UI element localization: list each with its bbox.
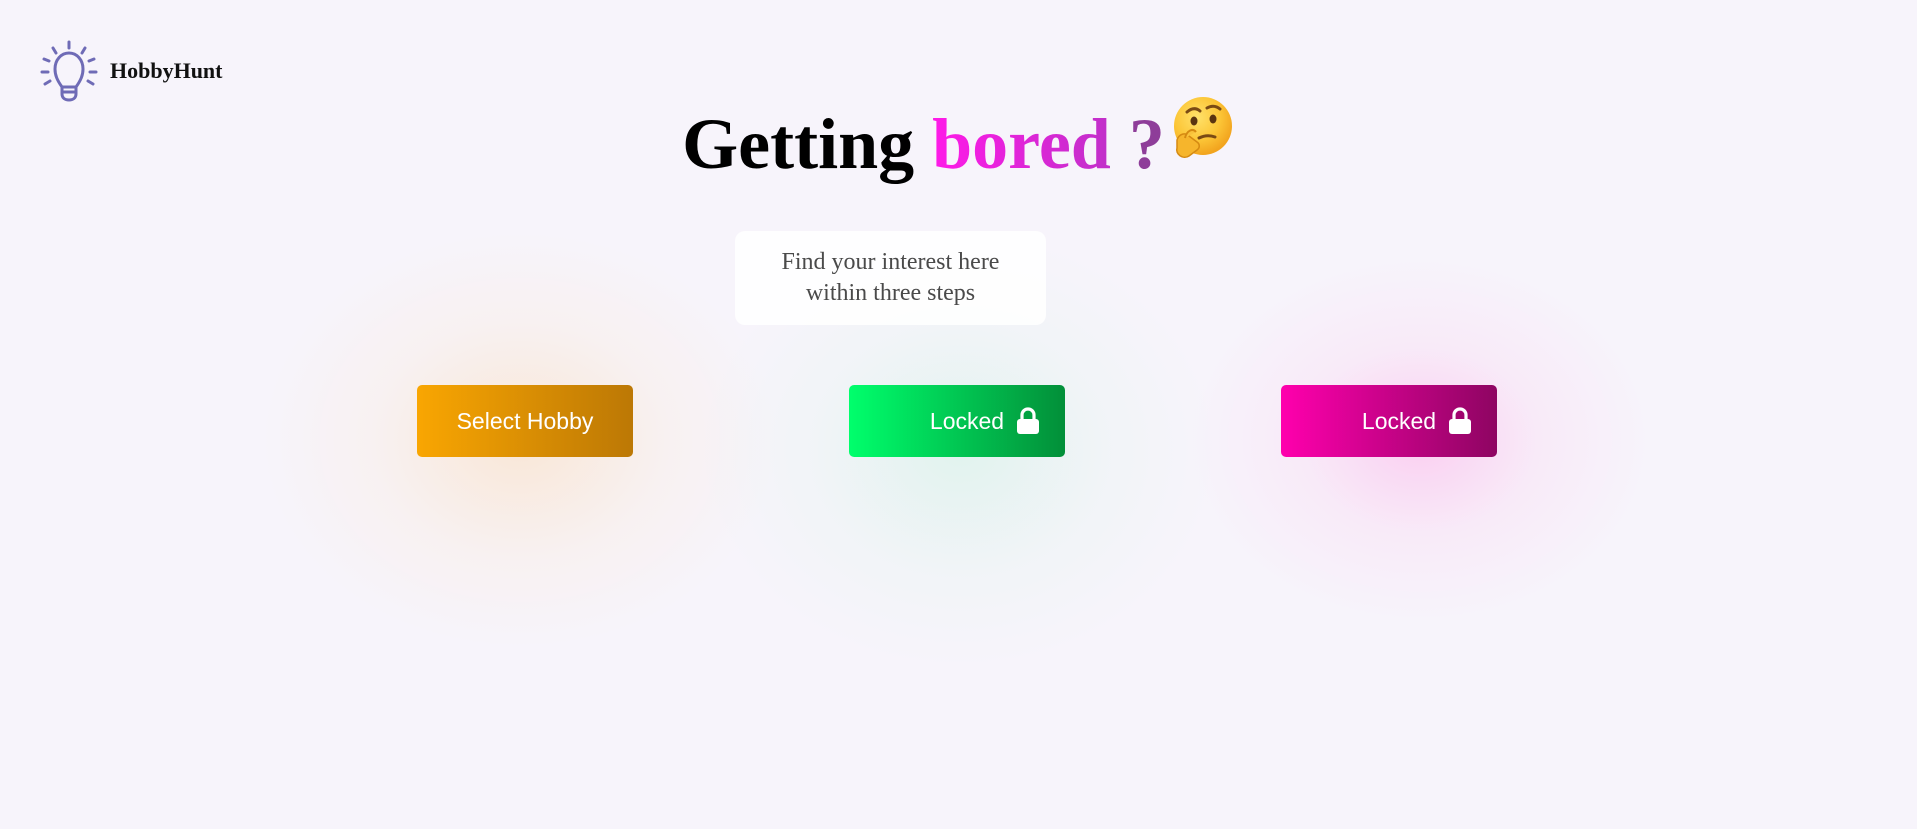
hero-word-bored: bored (932, 104, 1111, 184)
hero-word-getting: Getting (682, 104, 915, 184)
lightbulb-icon (40, 40, 98, 102)
hero-heading: Getting bored ? (0, 97, 1917, 180)
step-1-label: Select Hobby (456, 407, 594, 434)
hero-question-mark: ? (1128, 104, 1165, 184)
step-2-locked-button[interactable]: Locked (849, 385, 1065, 457)
lock-icon (1017, 407, 1040, 434)
subtitle-line-1: Find your interest here (781, 249, 1000, 275)
step-2-label: Locked (929, 407, 1005, 434)
step-3-label: Locked (1361, 407, 1437, 434)
select-hobby-button[interactable]: Select Hobby (417, 385, 633, 457)
brand-logo[interactable]: HobbyHunt (40, 40, 223, 102)
brand-name: HobbyHunt (110, 58, 223, 83)
subtitle-line-2: within three steps (805, 280, 976, 306)
subtitle-card: Find your interest here within three ste… (735, 231, 1046, 325)
thinking-face-icon (1173, 97, 1232, 159)
lock-icon (1449, 407, 1472, 434)
step-3-locked-button[interactable]: Locked (1281, 385, 1497, 457)
page: HobbyHunt Getting bored ? Find your inte… (0, 0, 1917, 829)
